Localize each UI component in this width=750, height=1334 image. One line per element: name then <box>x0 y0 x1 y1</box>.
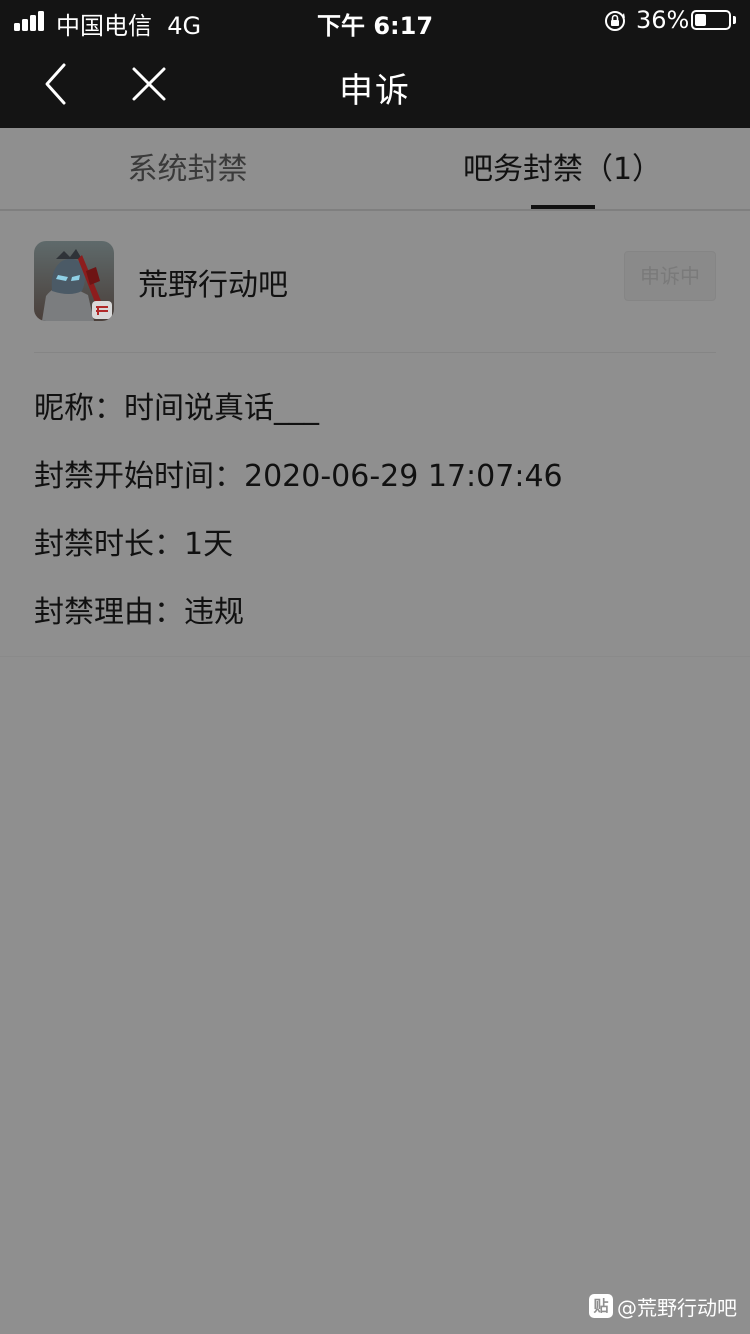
tieba-logo-icon: 贴 <box>589 1294 613 1318</box>
ban-reason: 封禁理由：违规 <box>34 595 244 630</box>
status-bar: 中国电信 4G 下午 6:17 36% <box>0 0 750 42</box>
forum-name[interactable]: 荒野行动吧 <box>138 260 288 304</box>
rotation-lock-icon <box>605 11 625 31</box>
ban-nickname: 昵称：时间说真话___ <box>34 391 319 426</box>
ban-duration: 封禁时长：1天 <box>34 527 234 562</box>
active-tab-indicator <box>531 205 595 209</box>
ban-card: 荒野行动吧 申诉中 昵称：时间说真话___ 封禁开始时间：2020-06-29 … <box>0 211 750 657</box>
forum-row: 荒野行动吧 申诉中 <box>34 240 716 353</box>
battery-percentage: 36% <box>636 6 690 34</box>
appeal-status-button[interactable]: 申诉中 <box>624 251 716 301</box>
watermark: 贴 @荒野行动吧 <box>589 1291 737 1321</box>
empty-content-area <box>0 657 750 1334</box>
game-character-image <box>34 241 114 321</box>
nav-bar: 申诉 <box>0 42 750 128</box>
battery-icon <box>691 10 731 30</box>
tab-system-ban[interactable]: 系统封禁 <box>0 128 375 211</box>
ban-start-time: 封禁开始时间：2020-06-29 17:07:46 <box>34 459 563 494</box>
tab-bar: 系统封禁 吧务封禁（1） <box>0 128 750 211</box>
tab-forum-ban[interactable]: 吧务封禁（1） <box>375 128 750 211</box>
page-title: 申诉 <box>339 71 411 111</box>
watermark-text: @荒野行动吧 <box>617 1295 737 1320</box>
battery-cap <box>733 16 736 24</box>
forum-avatar[interactable] <box>34 241 114 321</box>
